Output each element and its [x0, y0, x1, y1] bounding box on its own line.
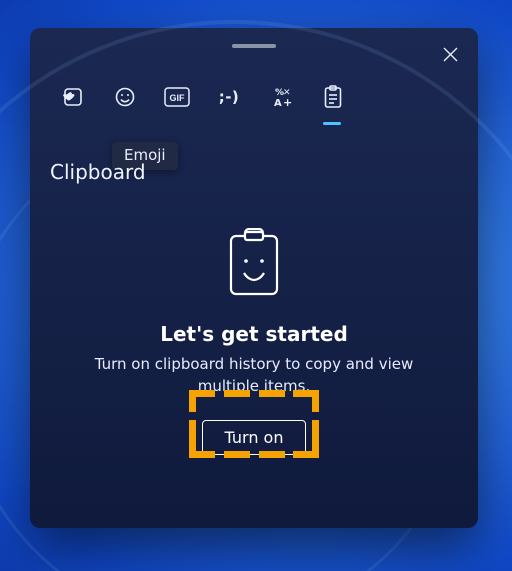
gif-icon: GIF [164, 87, 190, 107]
tab-recent[interactable] [60, 84, 86, 110]
kaomoji-icon: ;-) [219, 88, 240, 106]
svg-text:GIF: GIF [170, 93, 186, 103]
emoji-icon [114, 86, 136, 108]
close-button[interactable] [436, 40, 464, 68]
recent-icon [62, 86, 84, 108]
svg-text:+: + [283, 96, 292, 108]
page-title: Clipboard [50, 160, 146, 184]
tab-kaomoji[interactable]: ;-) [216, 84, 242, 110]
emoji-clipboard-panel: GIF ;-) % ✕ A + Emoji [30, 28, 478, 528]
empty-state-body: Turn on clipboard history to copy and vi… [89, 354, 419, 398]
desktop-background: GIF ;-) % ✕ A + Emoji [0, 0, 512, 571]
tab-clipboard[interactable] [320, 84, 346, 110]
category-tabs: GIF ;-) % ✕ A + [60, 84, 346, 110]
drag-handle[interactable] [232, 44, 276, 48]
tab-gif[interactable]: GIF [164, 84, 190, 110]
svg-text:A: A [274, 98, 282, 108]
symbols-icon: % ✕ A + [270, 86, 292, 108]
turn-on-button[interactable]: Turn on [202, 420, 307, 455]
close-icon [443, 47, 458, 62]
active-tab-indicator [323, 122, 341, 125]
clipboard-icon [323, 85, 343, 109]
empty-state-heading: Let's get started [30, 322, 478, 346]
tab-symbols[interactable]: % ✕ A + [268, 84, 294, 110]
clipboard-hero-icon [227, 228, 281, 298]
empty-state: Let's get started Turn on clipboard hist… [30, 228, 478, 455]
tab-emoji[interactable] [112, 84, 138, 110]
